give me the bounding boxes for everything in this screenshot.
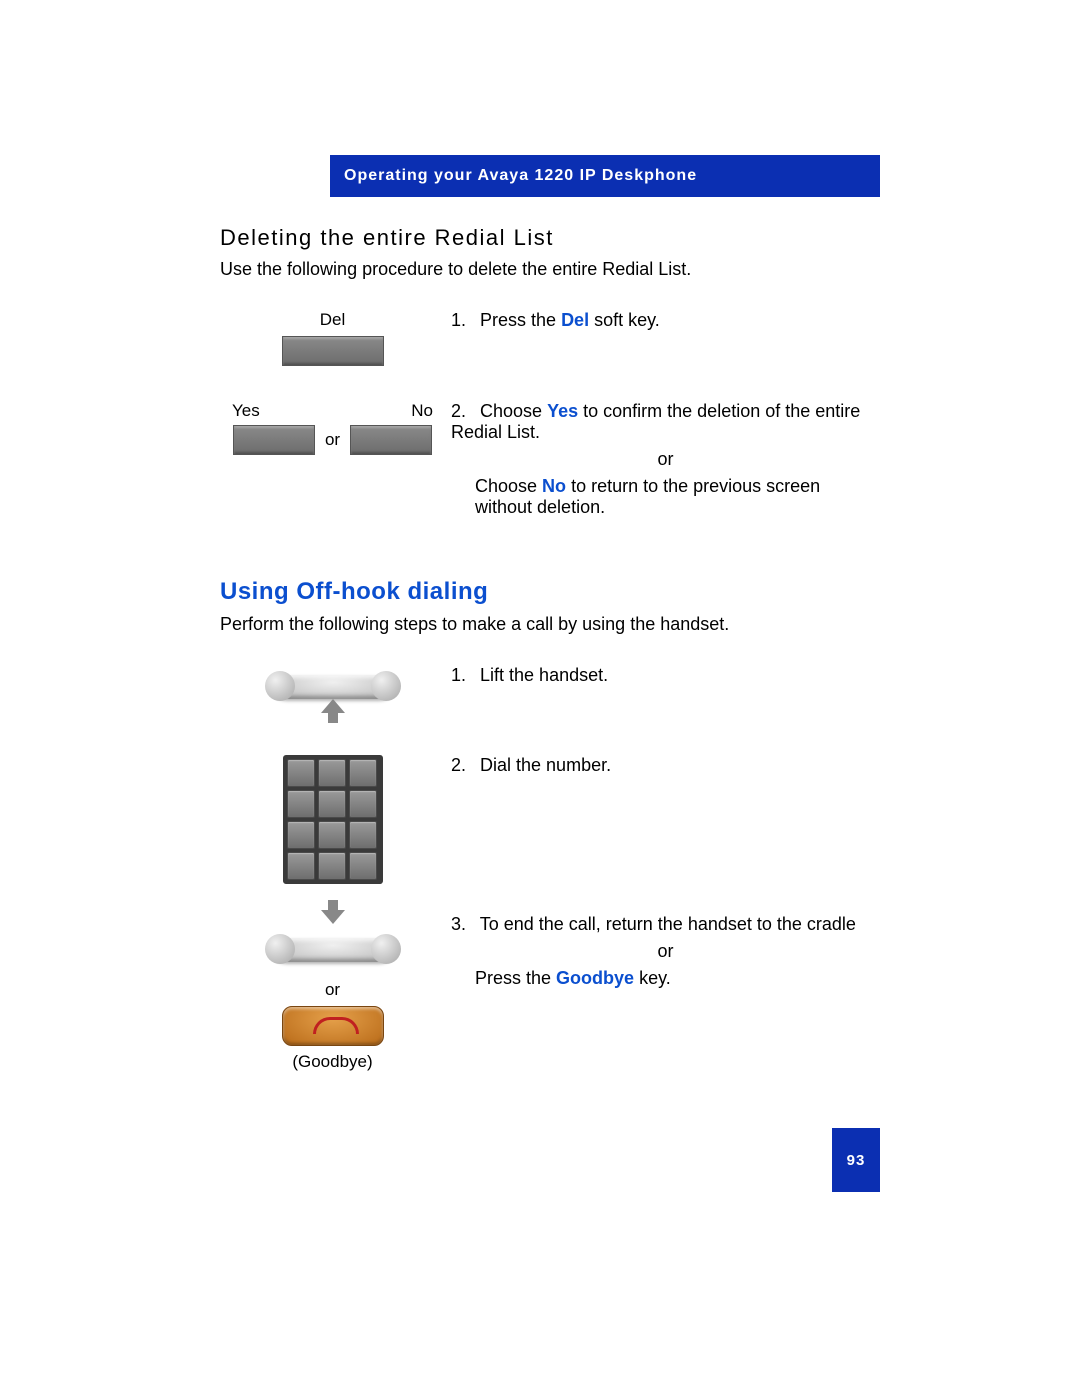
goodbye-key-icon xyxy=(282,1006,384,1046)
section2-heading: Using Off-hook dialing xyxy=(220,578,880,606)
step2b-highlight: No xyxy=(542,476,566,496)
del-label: Del xyxy=(220,310,445,330)
s2-step2-text: Dial the number. xyxy=(480,755,611,775)
s2-step1-num: 1. xyxy=(451,665,475,686)
yes-softkey-icon xyxy=(233,425,315,455)
page-number: 93 xyxy=(832,1128,880,1192)
subheading-deleting: Deleting the entire Redial List xyxy=(220,225,880,251)
s2-step3a: To end the call, return the handset to t… xyxy=(480,914,856,934)
handset-or: or xyxy=(220,980,445,1000)
section2-intro: Perform the following steps to make a ca… xyxy=(220,614,880,635)
no-softkey-icon xyxy=(350,425,432,455)
header-bar: Operating your Avaya 1220 IP Deskphone xyxy=(330,155,880,197)
step1-text-prefix: Press the xyxy=(480,310,561,330)
handset-down-icon xyxy=(263,914,403,974)
keypad-icon xyxy=(283,755,383,884)
step2-center-or: or xyxy=(451,449,880,470)
step1-highlight: Del xyxy=(561,310,589,330)
goodbye-label: (Goodbye) xyxy=(220,1052,445,1072)
step2a-highlight: Yes xyxy=(547,401,578,421)
s2-step3-or: or xyxy=(451,941,880,962)
s2-step3b-suffix: key. xyxy=(639,968,671,988)
s2-step1-text: Lift the handset. xyxy=(480,665,608,685)
handset-lift-icon xyxy=(263,665,403,725)
page-number-text: 93 xyxy=(847,1152,866,1169)
section1-intro: Use the following procedure to delete th… xyxy=(220,259,880,280)
s2-step3-num: 3. xyxy=(451,914,475,935)
step2a-prefix: Choose xyxy=(480,401,547,421)
step1-number: 1. xyxy=(451,310,475,331)
yes-label: Yes xyxy=(232,401,260,421)
step1-text-suffix: soft key. xyxy=(594,310,660,330)
no-label: No xyxy=(411,401,433,421)
s2-step2-num: 2. xyxy=(451,755,475,776)
s2-step3b-prefix: Press the xyxy=(475,968,556,988)
yesno-or: or xyxy=(325,430,340,450)
header-text: Operating your Avaya 1220 IP Deskphone xyxy=(344,167,697,184)
del-softkey-icon xyxy=(282,336,384,366)
step2b-prefix: Choose xyxy=(475,476,542,496)
s2-step3b-highlight: Goodbye xyxy=(556,968,634,988)
step2-number: 2. xyxy=(451,401,475,422)
